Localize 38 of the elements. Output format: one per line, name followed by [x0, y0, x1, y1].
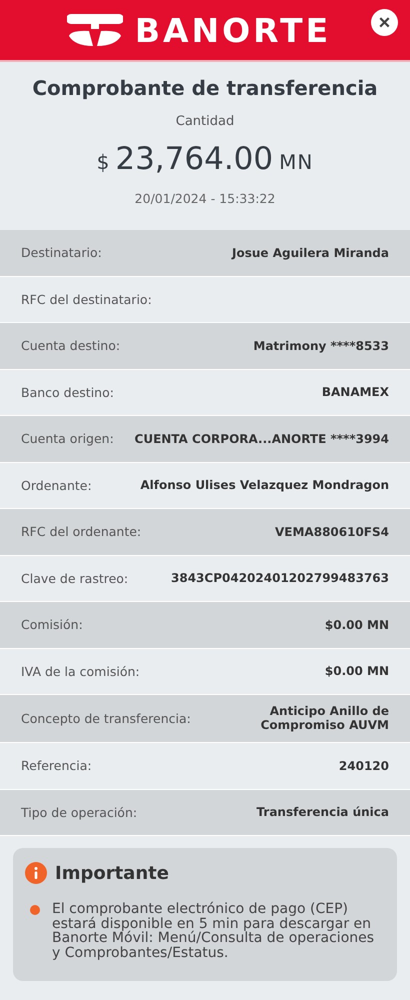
detail-label: RFC del destinatario: [21, 292, 152, 307]
detail-value: CUENTA CORPORA...ANORTE ****3994 [134, 432, 389, 446]
close-button[interactable]: × [371, 9, 398, 36]
detail-label: Referencia: [21, 758, 92, 774]
notice-text: El comprobante electrónico de pago (CEP) estará disponible en 5 min para descargar en Banorte Móvil: Menú/Consulta de operaciones y Comprobantes/Estatus. [52, 902, 376, 961]
detail-value: Alfonso Ulises Velazquez Mondragon [140, 478, 389, 492]
detail-value: $0.00 MN [324, 664, 389, 678]
brand-name: BANORTE [134, 10, 332, 50]
detail-label: Cuenta destino: [21, 338, 120, 354]
detail-value: Anticipo Anillo de Compromiso AUVM [260, 705, 389, 732]
logo-icon [66, 12, 123, 48]
bullet-icon [30, 905, 40, 915]
detail-value: Josue Aguilera Miranda [232, 246, 389, 260]
amount-label: Cantidad [176, 114, 234, 129]
detail-label: RFC del ordenante: [21, 524, 142, 540]
detail-label: Banco destino: [21, 384, 114, 400]
detail-value: Matrimony ****8533 [253, 338, 389, 353]
detail-label: IVA de la comisión: [21, 664, 140, 679]
detail-label: Ordenante: [21, 478, 92, 493]
info-icon [25, 862, 47, 884]
amount-value: 23,764.00 [115, 141, 274, 177]
detail-label: Tipo de operación: [21, 804, 138, 820]
detail-label: Cuenta origen: [21, 431, 114, 446]
currency-code: MN [279, 150, 314, 174]
detail-value: $0.00 MN [324, 618, 389, 632]
transfer-datetime: 20/01/2024 - 15:33:22 [134, 191, 276, 206]
receipt-title: Comprobante de transferencia [32, 76, 378, 100]
detail-value: 3843CP04202401202799483763 [171, 571, 389, 586]
detail-label: Comisión: [21, 617, 83, 632]
detail-label: Destinatario: [21, 245, 102, 260]
notice-title: Importante [55, 862, 169, 884]
detail-value: VEMA880610FS4 [275, 524, 389, 539]
detail-label: Concepto de transferencia: [21, 711, 191, 726]
detail-value: 240120 [338, 758, 389, 773]
detail-label: Clave de rastreo: [21, 570, 128, 586]
currency-symbol: $ [96, 150, 110, 174]
detail-value: Transferencia única [256, 805, 389, 820]
detail-value: BANAMEX [322, 385, 389, 400]
